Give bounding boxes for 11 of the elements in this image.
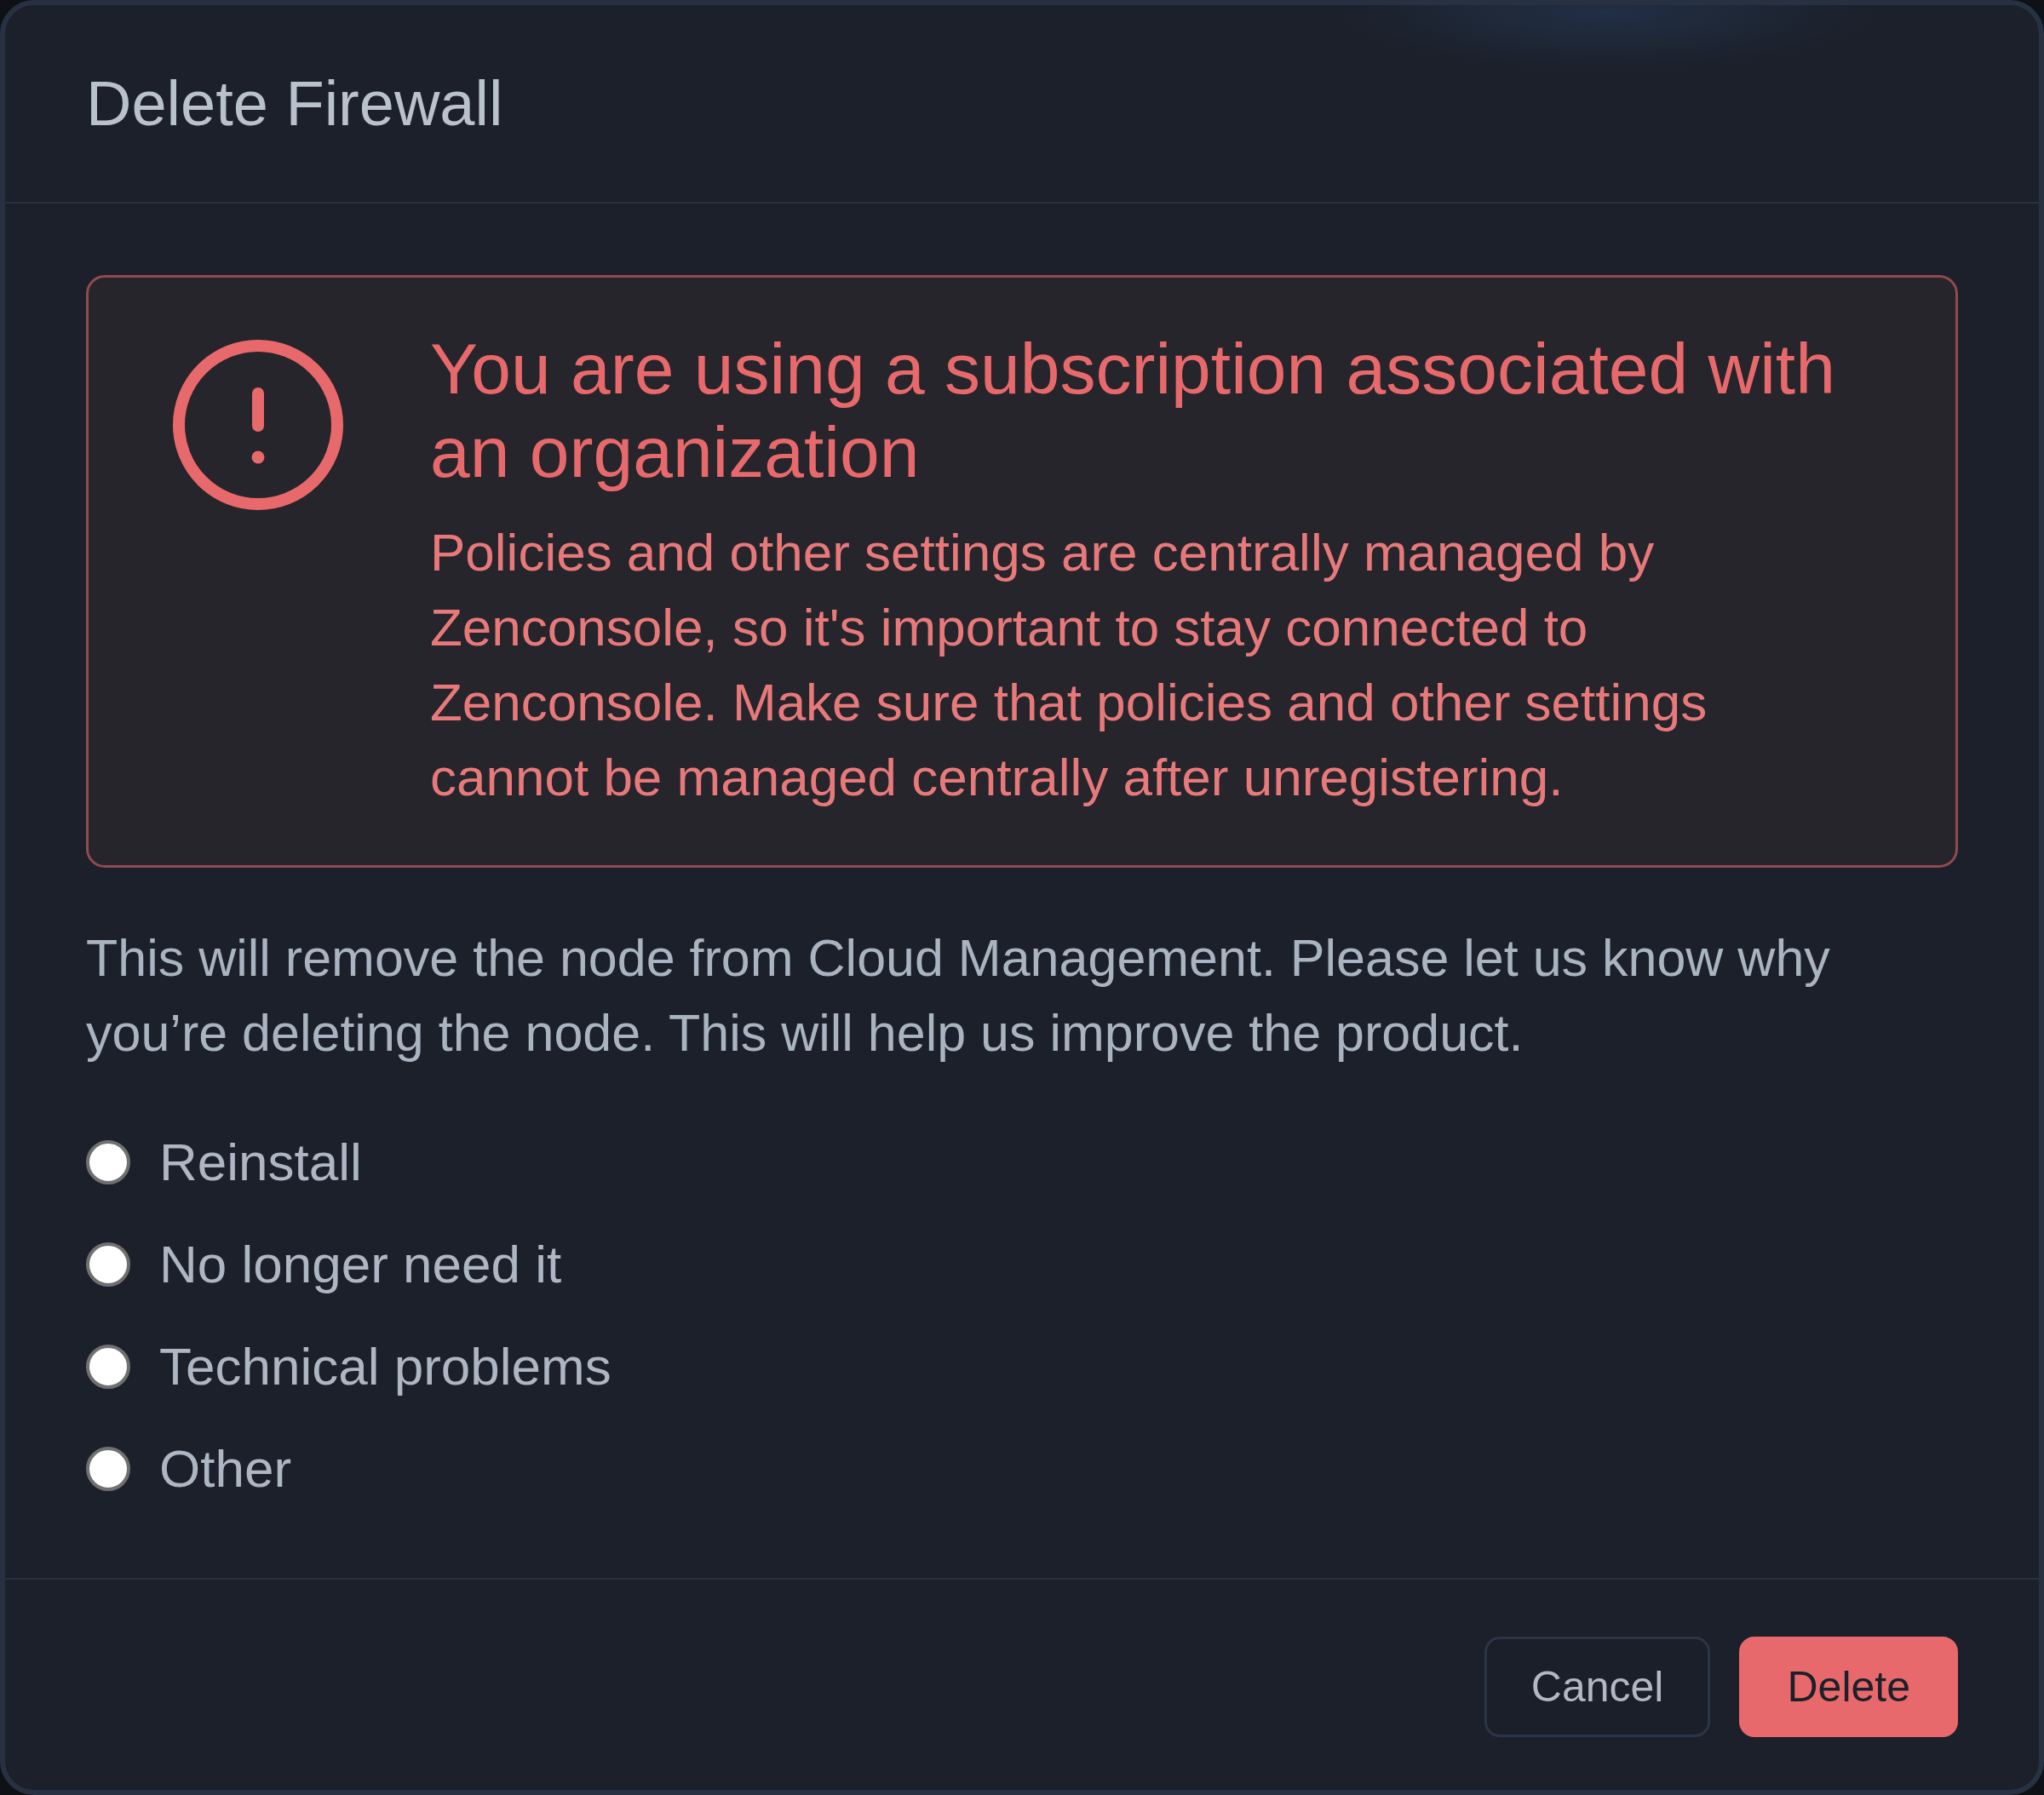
reason-option[interactable]: Reinstall [86,1111,362,1213]
reason-option[interactable]: No longer need it [86,1213,562,1316]
dialog-title: Delete Firewall [86,67,503,141]
reason-option[interactable]: Technical problems [86,1316,611,1418]
delete-button[interactable]: Delete [1739,1637,1958,1737]
alert-message: Policies and other settings are centrally managed by Zenconsole, so it's important to stay connected to Zenconsole. Make sure that policies and other settings cannot be managed centrally after unregistering. [430,522,1708,808]
description-text: This will remove the node from Cloud Management. Please let us know why you’re deleting the node. This will help us improve the product. [86,928,1831,1064]
alert-title: You are using a subscription associated with an organization [430,328,1836,494]
cancel-button[interactable]: Cancel [1484,1637,1711,1737]
exclamation-circle-icon [173,340,343,510]
reason-option[interactable]: Other [86,1418,292,1520]
